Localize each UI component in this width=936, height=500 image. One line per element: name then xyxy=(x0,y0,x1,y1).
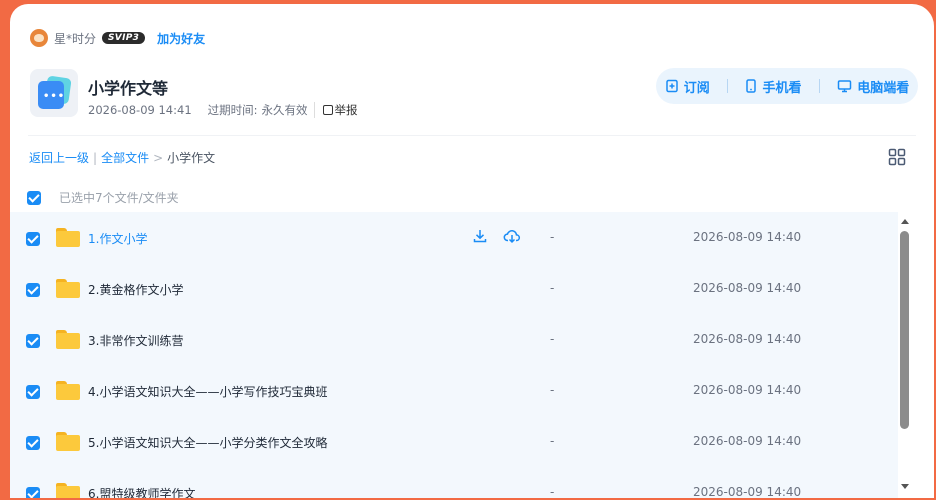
file-row[interactable]: 2.黄金格作文小学 - 2026-08-09 14:40 xyxy=(10,263,898,314)
monitor-icon xyxy=(838,80,852,93)
action-separator xyxy=(727,79,729,93)
file-checkbox[interactable] xyxy=(26,487,40,498)
breadcrumb-back-link[interactable]: 返回上一级 xyxy=(29,149,89,166)
report-label: 举报 xyxy=(334,103,358,117)
file-size: - xyxy=(550,485,555,498)
expire-label: 过期时间: xyxy=(207,103,258,117)
download-icon[interactable] xyxy=(472,228,488,244)
file-date: 2026-08-09 14:40 xyxy=(693,281,802,295)
expire-value: 永久有效 xyxy=(261,103,308,117)
report-button[interactable]: 举报 xyxy=(313,102,358,118)
file-name[interactable]: 6.盟特级教师学作文 xyxy=(88,485,195,498)
file-row[interactable]: 6.盟特级教师学作文 - 2026-08-09 14:40 xyxy=(10,467,898,498)
breadcrumb-all-files-link[interactable]: 全部文件 xyxy=(101,149,149,166)
breadcrumb-divider: | xyxy=(93,150,98,165)
file-row[interactable]: 5.小学语文知识大全——小学分类作文全攻略 - 2026-08-09 14:40 xyxy=(10,416,898,467)
file-size: - xyxy=(550,230,555,244)
file-size: - xyxy=(550,434,555,448)
folder-icon xyxy=(56,279,80,298)
file-date: 2026-08-09 14:40 xyxy=(693,485,802,498)
file-name[interactable]: 2.黄金格作文小学 xyxy=(88,281,183,298)
action-bar: 订阅 手机看 电脑端看 xyxy=(656,68,918,104)
add-friend-link[interactable]: 加为好友 xyxy=(157,30,205,47)
action-separator xyxy=(818,79,820,93)
file-row[interactable]: 4.小学语文知识大全——小学写作技巧宝典班 - 2026-08-09 14:40 xyxy=(10,365,898,416)
subscribe-button[interactable]: 订阅 xyxy=(665,77,710,96)
folder-icon xyxy=(56,432,80,451)
scroll-up-arrow-icon[interactable] xyxy=(901,219,909,224)
file-checkbox[interactable] xyxy=(26,232,40,246)
share-title: 小学作文等 xyxy=(88,79,169,98)
cloud-save-icon[interactable] xyxy=(503,228,521,244)
folder-icon xyxy=(56,228,80,247)
header-divider xyxy=(28,135,916,136)
scroll-thumb[interactable] xyxy=(900,231,909,429)
file-size: - xyxy=(550,383,555,397)
pc-label: 电脑端看 xyxy=(857,80,910,96)
file-name[interactable]: 3.非常作文训练营 xyxy=(88,332,183,349)
file-name[interactable]: 1.作文小学 xyxy=(88,230,147,247)
file-date: 2026-08-09 14:40 xyxy=(693,230,802,244)
share-card: 星*时分 SVIP3 加为好友 ••• 小学作文等 2026-08-09 14:… xyxy=(10,4,934,498)
share-folder-icon: ••• xyxy=(30,69,78,117)
mobile-icon xyxy=(746,79,757,93)
file-name[interactable]: 5.小学语文知识大全——小学分类作文全攻略 xyxy=(88,434,327,451)
subscribe-icon xyxy=(665,79,678,93)
selection-count: 已选中7个文件/文件夹 xyxy=(59,191,179,205)
folder-icon xyxy=(56,483,80,498)
file-name[interactable]: 4.小学语文知识大全——小学写作技巧宝典班 xyxy=(88,383,327,400)
report-icon xyxy=(322,105,333,115)
file-checkbox[interactable] xyxy=(26,385,40,399)
file-checkbox[interactable] xyxy=(26,283,40,297)
vip-badge: SVIP3 xyxy=(102,32,146,44)
select-all-row: 已选中7个文件/文件夹 xyxy=(27,189,179,206)
folder-icon xyxy=(56,381,80,400)
breadcrumb-separator: > xyxy=(153,150,164,165)
file-checkbox[interactable] xyxy=(26,334,40,348)
user-avatar-icon[interactable] xyxy=(30,29,48,47)
share-meta: 2026-08-09 14:41 过期时间: 永久有效 举报 xyxy=(88,102,358,118)
mobile-view-button[interactable]: 手机看 xyxy=(745,77,802,96)
breadcrumb: 返回上一级 | 全部文件 > 小学作文 xyxy=(29,149,215,166)
grid-view-icon[interactable] xyxy=(888,148,906,166)
scroll-down-arrow-icon[interactable] xyxy=(901,484,909,489)
folder-icon xyxy=(56,330,80,349)
subscribe-label: 订阅 xyxy=(683,80,710,96)
share-date: 2026-08-09 14:41 xyxy=(88,103,192,117)
pc-view-button[interactable]: 电脑端看 xyxy=(837,77,909,96)
scrollbar[interactable] xyxy=(898,212,912,498)
file-date: 2026-08-09 14:40 xyxy=(693,383,802,397)
username[interactable]: 星*时分 xyxy=(54,30,96,47)
file-date: 2026-08-09 14:40 xyxy=(693,434,802,448)
file-row[interactable]: 3.非常作文训练营 - 2026-08-09 14:40 xyxy=(10,314,898,365)
file-size: - xyxy=(550,332,555,346)
file-list: 1.作文小学 - 2026-08-09 14:40 2.黄金格作文小学 - 20… xyxy=(10,212,898,498)
file-size: - xyxy=(550,281,555,295)
select-all-checkbox[interactable] xyxy=(27,190,41,205)
mobile-label: 手机看 xyxy=(762,80,802,96)
breadcrumb-current: 小学作文 xyxy=(167,151,216,165)
file-checkbox[interactable] xyxy=(26,436,40,450)
user-row: 星*时分 SVIP3 加为好友 xyxy=(30,28,205,48)
file-row[interactable]: 1.作文小学 - 2026-08-09 14:40 xyxy=(10,212,898,263)
file-date: 2026-08-09 14:40 xyxy=(693,332,802,346)
